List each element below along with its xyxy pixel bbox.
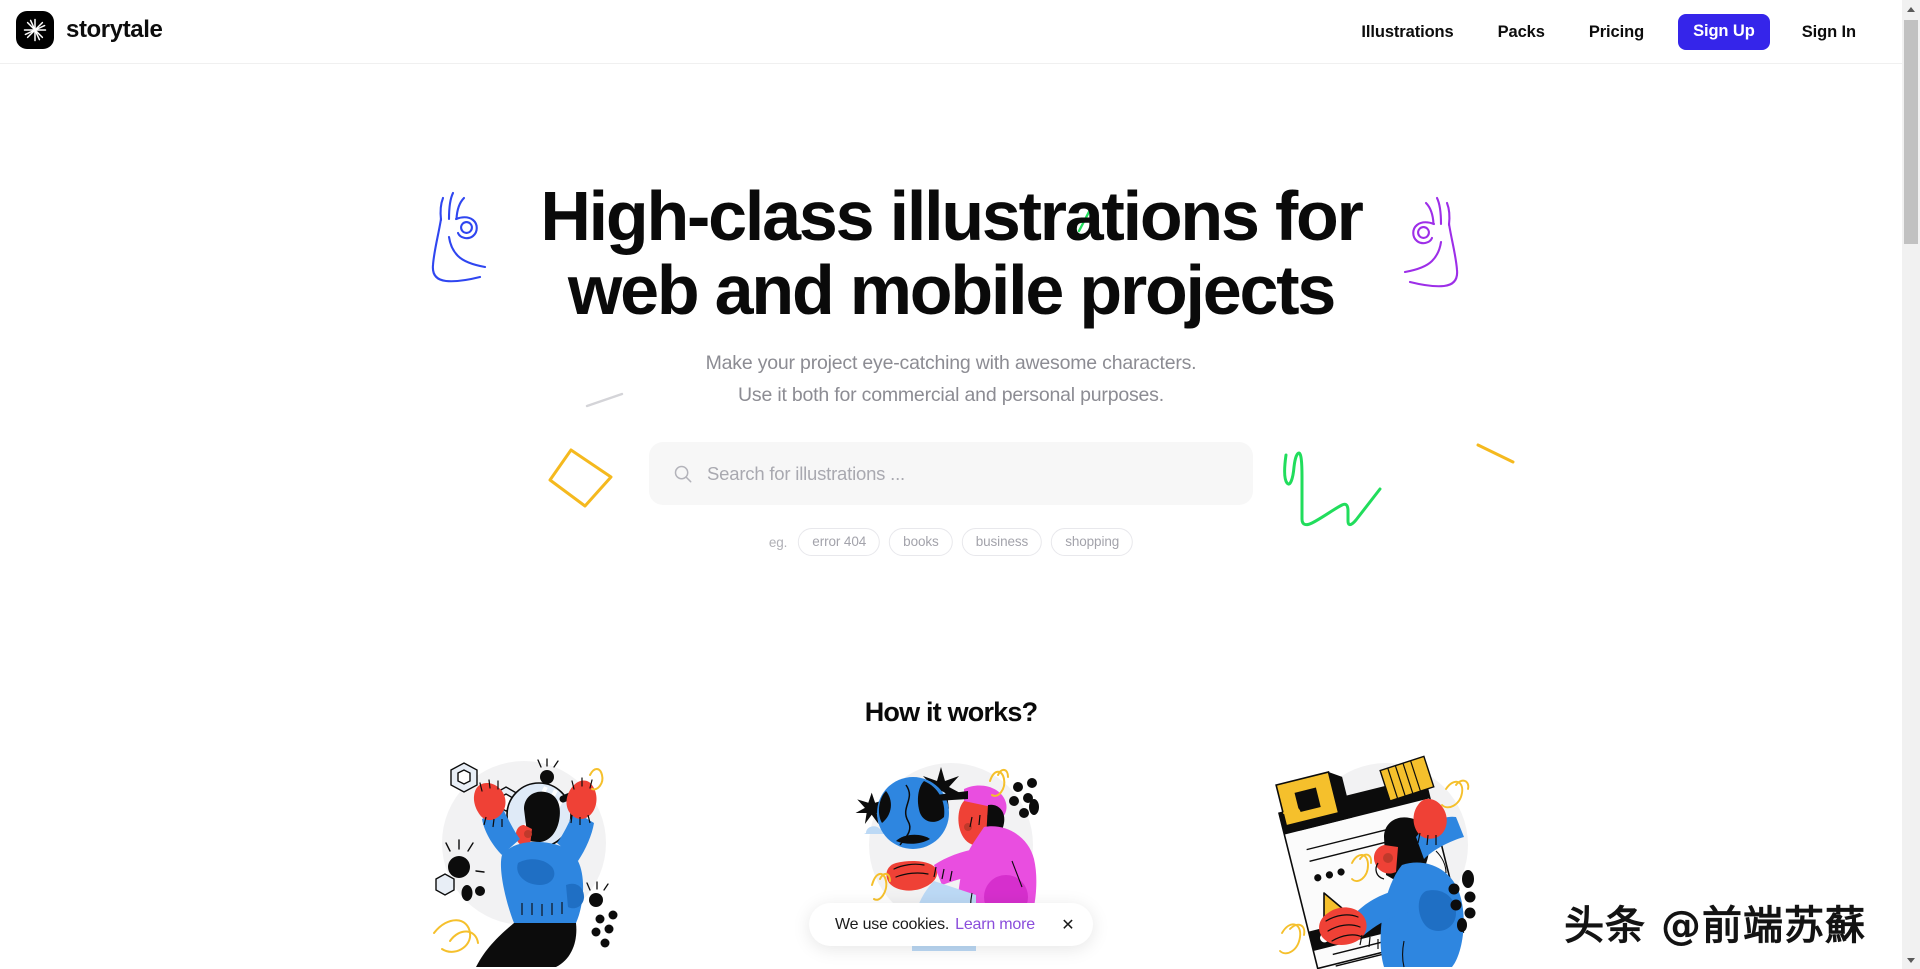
search-icon xyxy=(674,465,692,483)
browser-page: storytale Illustrations Packs Pricing Si… xyxy=(0,0,1920,969)
page-title: High-class illustrations for web and mob… xyxy=(0,177,1902,330)
scroll-down-arrow-icon[interactable] xyxy=(1902,951,1920,969)
scroll-up-arrow-icon[interactable] xyxy=(1902,0,1920,18)
search-input[interactable] xyxy=(649,442,1253,505)
search-box[interactable] xyxy=(649,442,1253,505)
brand-name: storytale xyxy=(66,16,163,43)
hero-section: High-class illustrations for web and mob… xyxy=(0,64,1902,644)
site-header: storytale Illustrations Packs Pricing Si… xyxy=(0,0,1902,64)
suggested-tags: eg. error 404 books business shopping xyxy=(768,528,1134,556)
card-illustration-search[interactable] xyxy=(406,745,636,969)
sign-in-link[interactable]: Sign In xyxy=(1780,23,1878,42)
tag-chip-business[interactable]: business xyxy=(961,528,1043,556)
watermark-text: 头条 @前端苏蘇 xyxy=(1564,903,1866,949)
vertical-scrollbar[interactable] xyxy=(1902,0,1920,969)
nav-link-pricing[interactable]: Pricing xyxy=(1567,23,1666,42)
search-area xyxy=(649,442,1253,505)
tags-label: eg. xyxy=(768,534,788,550)
card-illustration-design[interactable] xyxy=(1266,745,1496,969)
headline-line-2: web and mobile projects xyxy=(567,251,1336,330)
tag-chip-shopping[interactable]: shopping xyxy=(1051,528,1134,556)
tag-chip-books[interactable]: books xyxy=(889,528,953,556)
page-viewport: storytale Illustrations Packs Pricing Si… xyxy=(0,0,1902,969)
cookie-learn-more-link[interactable]: Learn more xyxy=(955,916,1035,934)
main-navigation: Illustrations Packs Pricing Sign Up Sign… xyxy=(1339,0,1878,64)
green-zigzag-doodle-icon xyxy=(1280,447,1390,542)
tag-chip-error-404[interactable]: error 404 xyxy=(798,528,881,556)
page-subtitle: Make your project eye-catching with awes… xyxy=(0,348,1902,411)
cookie-banner-text: We use cookies. xyxy=(835,915,950,933)
close-icon[interactable]: ✕ xyxy=(1053,910,1083,940)
subtitle-line-1: Make your project eye-catching with awes… xyxy=(705,352,1197,374)
nav-link-packs[interactable]: Packs xyxy=(1476,23,1567,42)
subtitle-line-2: Use it both for commercial and personal … xyxy=(738,383,1164,406)
scrollbar-thumb[interactable] xyxy=(1904,20,1918,244)
sign-up-button[interactable]: Sign Up xyxy=(1678,14,1770,50)
yellow-square-doodle-icon xyxy=(545,442,617,519)
starburst-icon xyxy=(16,11,54,49)
headline-line-1: High-class illustrations for xyxy=(540,177,1364,255)
how-it-works-title: How it works? xyxy=(864,697,1038,727)
nav-link-illustrations[interactable]: Illustrations xyxy=(1339,23,1475,42)
brand-logo-link[interactable]: storytale xyxy=(16,11,163,49)
yellow-dash-doodle-icon xyxy=(1475,442,1517,471)
cookie-banner: We use cookies. Learn more ✕ xyxy=(809,903,1093,946)
